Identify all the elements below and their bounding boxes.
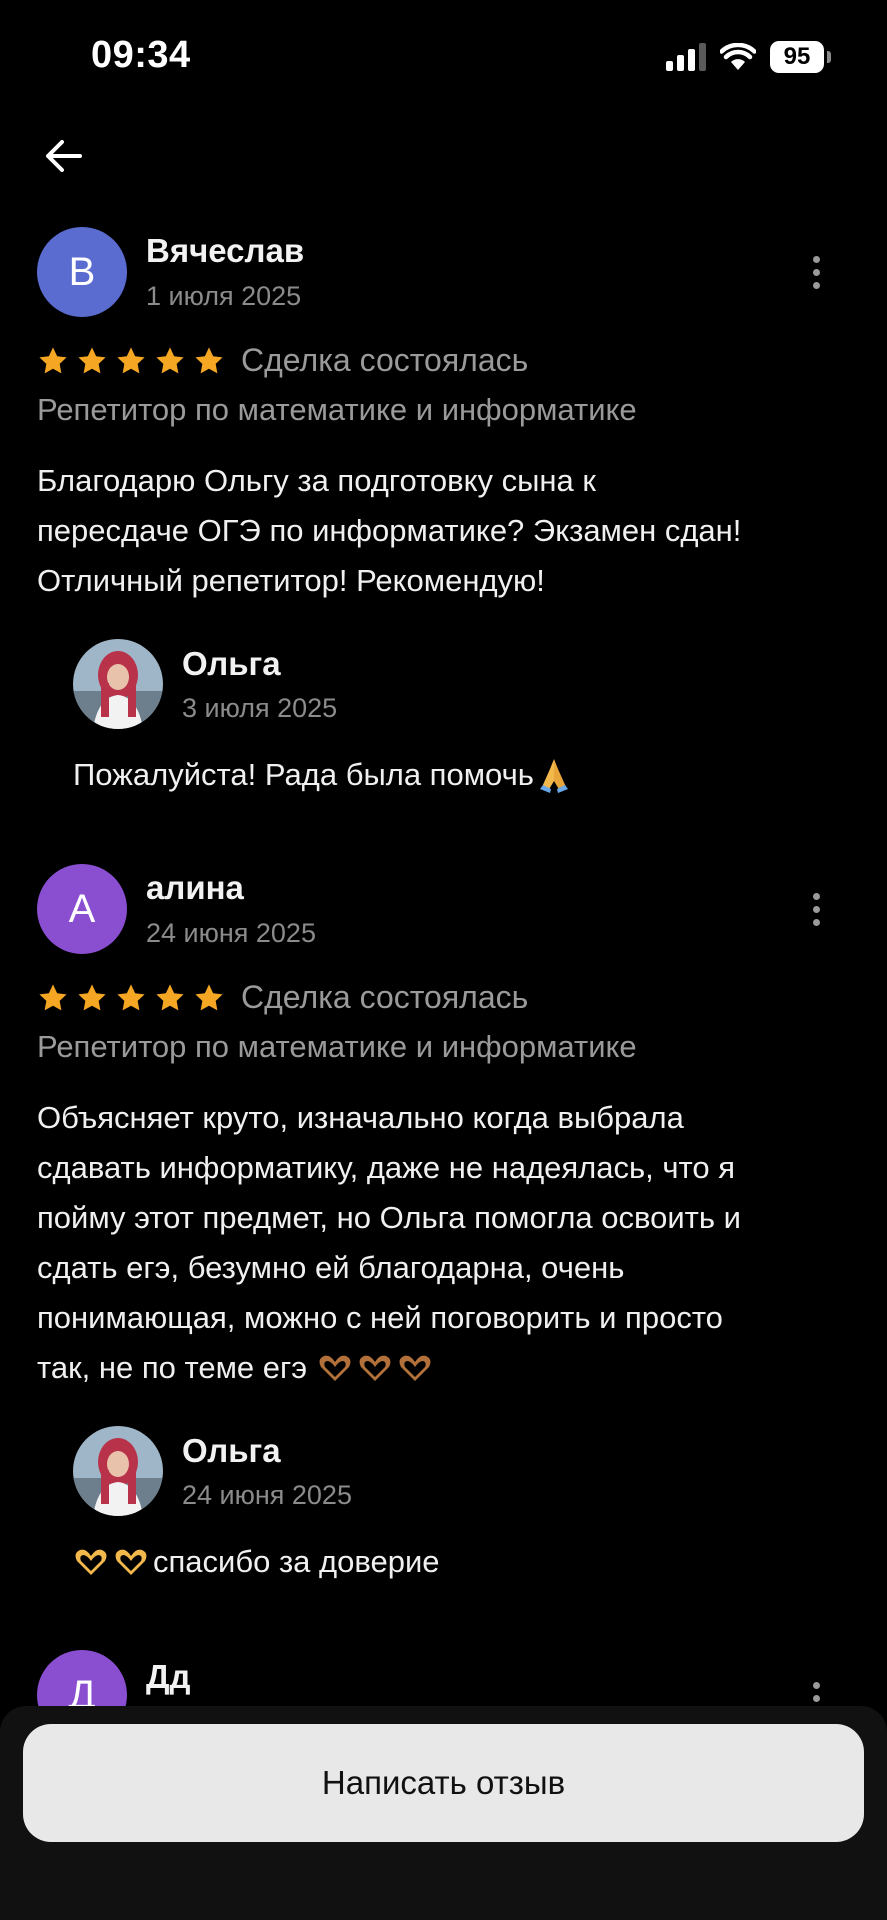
cellular-signal-icon bbox=[666, 43, 706, 71]
heart-hands-emoji bbox=[399, 1355, 431, 1381]
more-options-icon[interactable] bbox=[813, 256, 821, 289]
star-icon bbox=[156, 346, 184, 373]
reply-date: 24 июня 2025 bbox=[182, 1480, 352, 1510]
star-icon bbox=[39, 346, 67, 373]
review-author: Дд bbox=[146, 1658, 191, 1695]
deal-status: Сделка состоялась bbox=[241, 342, 529, 378]
battery-level: 95 bbox=[770, 41, 824, 73]
reply-date: 3 июля 2025 bbox=[182, 693, 338, 723]
heart-hands-emoji bbox=[115, 1549, 147, 1575]
reply-avatar bbox=[73, 639, 163, 729]
review-text: Объясняет круто, изначально когда выбрал… bbox=[37, 1100, 741, 1385]
reply-author: Ольга bbox=[182, 1432, 281, 1469]
review-date: 24 июня 2025 bbox=[146, 918, 316, 948]
rating: Сделка состоялась bbox=[37, 342, 528, 379]
star-icon bbox=[39, 983, 67, 1010]
star-icon bbox=[78, 346, 106, 373]
avatar: В bbox=[37, 227, 127, 317]
rating: Сделка состоялась bbox=[37, 979, 528, 1016]
avatar: А bbox=[37, 864, 127, 954]
heart-hands-emoji bbox=[359, 1355, 391, 1381]
review-author: Вячеслав bbox=[146, 232, 305, 269]
status-icons: 95 bbox=[666, 40, 831, 74]
folded-hands-emoji bbox=[539, 759, 568, 793]
star-rating bbox=[37, 982, 225, 1014]
star-icon bbox=[78, 983, 106, 1010]
reply-text: спасибо за доверие bbox=[73, 1544, 440, 1580]
star-icon bbox=[195, 983, 223, 1010]
review-text: Благодарю Ольгу за подготовку сына к пер… bbox=[37, 463, 742, 598]
heart-hands-emoji bbox=[75, 1549, 107, 1575]
reply-avatar bbox=[73, 1426, 163, 1516]
write-review-button[interactable]: Написать отзыв bbox=[23, 1724, 864, 1842]
star-icon bbox=[195, 346, 223, 373]
review-category: Репетитор по математике и информатике bbox=[37, 1029, 637, 1064]
star-icon bbox=[117, 346, 145, 373]
reply-author: Ольга bbox=[182, 645, 281, 682]
review-author: алина bbox=[146, 869, 244, 906]
wifi-icon bbox=[720, 43, 756, 70]
heart-hands-emoji-group bbox=[317, 1353, 433, 1383]
heart-hands-emoji bbox=[319, 1355, 351, 1381]
heart-hands-emoji-group bbox=[73, 1547, 149, 1577]
review-date: 1 июля 2025 bbox=[146, 281, 302, 311]
star-icon bbox=[117, 983, 145, 1010]
status-time: 09:34 bbox=[91, 34, 191, 76]
battery-icon: 95 bbox=[770, 41, 831, 73]
reply-text: Пожалуйста! Рада была помочь bbox=[73, 755, 574, 795]
back-arrow-icon[interactable] bbox=[40, 132, 88, 180]
more-options-icon[interactable] bbox=[813, 893, 821, 926]
deal-status: Сделка состоялась bbox=[241, 979, 529, 1015]
star-icon bbox=[156, 983, 184, 1010]
review-category: Репетитор по математике и информатике bbox=[37, 392, 637, 427]
star-rating bbox=[37, 345, 225, 377]
